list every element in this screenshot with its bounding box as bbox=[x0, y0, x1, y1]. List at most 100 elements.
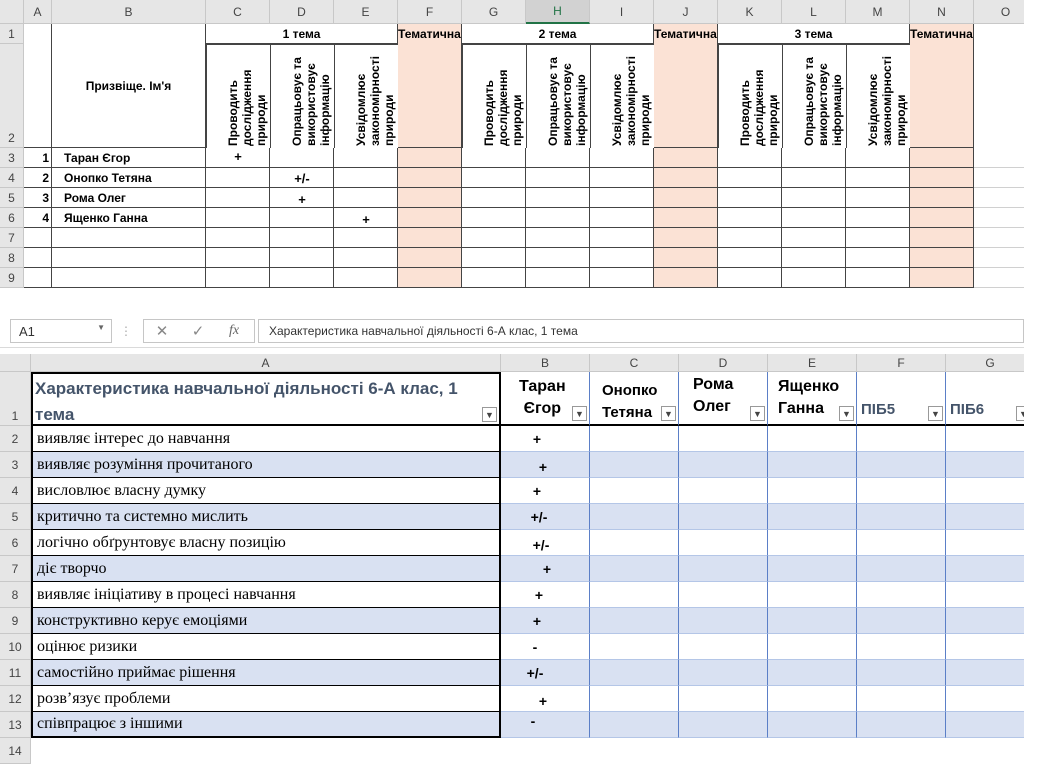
row-header-14[interactable]: 14 bbox=[0, 738, 31, 764]
grid-cell-i3[interactable] bbox=[590, 148, 654, 168]
column-header-d[interactable]: D bbox=[270, 0, 334, 24]
subheader-laws-2[interactable]: Усвідомлює закономірності природи bbox=[590, 44, 654, 148]
grid-cell-i5[interactable] bbox=[590, 188, 654, 208]
chevron-down-icon[interactable]: ▼ bbox=[97, 323, 105, 332]
drag-handle-icon[interactable]: ⋮ bbox=[120, 319, 132, 343]
criterion-label[interactable]: оцінює ризики bbox=[31, 634, 501, 660]
grid-cell-k4[interactable] bbox=[718, 168, 782, 188]
row-header-13[interactable]: 13 bbox=[0, 712, 31, 738]
grid-cell-i9[interactable] bbox=[590, 268, 654, 288]
subheader-info-3[interactable]: Опрацьовує та використовує інформацію bbox=[782, 44, 846, 148]
grid-cell-d8[interactable] bbox=[270, 248, 334, 268]
mark-cell[interactable]: +/- bbox=[501, 530, 590, 556]
mark-cell[interactable] bbox=[590, 530, 679, 556]
grid-cell-i8[interactable] bbox=[590, 248, 654, 268]
mark-cell[interactable] bbox=[857, 530, 946, 556]
grid-cell-l4[interactable] bbox=[782, 168, 846, 188]
grid-cell-m6[interactable] bbox=[846, 208, 910, 228]
grid-cell-g7[interactable] bbox=[462, 228, 526, 248]
row-header-3[interactable]: 3 bbox=[0, 148, 24, 168]
name-header[interactable]: Призвіще. Ім'я bbox=[52, 24, 206, 148]
grid-cell-m9[interactable] bbox=[846, 268, 910, 288]
grid-cell-b7[interactable] bbox=[52, 228, 206, 248]
mark-cell[interactable]: + bbox=[501, 608, 590, 634]
mark-cell[interactable] bbox=[679, 556, 768, 582]
row-header-4[interactable]: 4 bbox=[0, 168, 24, 188]
grid-cell-o4[interactable] bbox=[974, 168, 1024, 188]
grid-cell-n7[interactable] bbox=[910, 228, 974, 248]
row-header-10[interactable]: 10 bbox=[0, 634, 31, 660]
thematic-cell-n2[interactable] bbox=[910, 44, 974, 148]
criterion-label[interactable]: конструктивно керує емоціями bbox=[31, 608, 501, 634]
mark-cell[interactable] bbox=[679, 426, 768, 452]
column-header-o[interactable]: O bbox=[974, 0, 1024, 24]
mark-cell[interactable] bbox=[590, 686, 679, 712]
mark-cell[interactable] bbox=[679, 478, 768, 504]
subheader-info-2[interactable]: Опрацьовує та використовує інформацію bbox=[526, 44, 590, 148]
grid-cell-f8[interactable] bbox=[398, 248, 462, 268]
row-header-5[interactable]: 5 bbox=[0, 504, 31, 530]
confirm-icon[interactable]: ✓ bbox=[186, 319, 210, 343]
mark-cell[interactable] bbox=[768, 530, 857, 556]
grid-cell-h6[interactable] bbox=[526, 208, 590, 228]
column-header-e[interactable]: E bbox=[768, 354, 857, 372]
grid-cell-j5[interactable] bbox=[654, 188, 718, 208]
criterion-label[interactable]: самостійно приймає рішення bbox=[31, 660, 501, 686]
column-header-c[interactable]: C bbox=[590, 354, 679, 372]
name-box[interactable]: A1 ▼ bbox=[10, 319, 112, 343]
mark-cell[interactable] bbox=[946, 712, 1024, 738]
grid-cell-l3[interactable] bbox=[782, 148, 846, 168]
student-number[interactable]: 2 bbox=[24, 168, 52, 188]
mark-cell[interactable] bbox=[857, 634, 946, 660]
criterion-label[interactable]: діє творчо bbox=[31, 556, 501, 582]
formula-input[interactable]: Характеристика навчальної діяльності 6-А… bbox=[258, 319, 1024, 343]
row-header-1[interactable]: 1 bbox=[0, 372, 31, 426]
mark-cell[interactable]: + bbox=[270, 189, 334, 209]
header-cell-f1[interactable]: ПІБ5 ▼ bbox=[857, 372, 946, 426]
grid-cell-e5[interactable] bbox=[334, 188, 398, 208]
filter-dropdown-icon[interactable]: ▼ bbox=[661, 406, 676, 421]
thematic-header-3[interactable]: Тематична bbox=[910, 24, 974, 44]
row-header-8[interactable]: 8 bbox=[0, 248, 24, 268]
thematic-header-1[interactable]: Тематична bbox=[398, 24, 462, 44]
grid-cell-o9[interactable] bbox=[974, 268, 1024, 288]
mark-cell[interactable] bbox=[679, 582, 768, 608]
grid-cell-j9[interactable] bbox=[654, 268, 718, 288]
grid-cell-f5[interactable] bbox=[398, 188, 462, 208]
mark-cell[interactable]: +/- bbox=[270, 168, 334, 188]
mark-cell[interactable]: + bbox=[501, 582, 590, 608]
criterion-label[interactable]: виявляє розуміння прочитаного bbox=[31, 452, 501, 478]
row-header-4[interactable]: 4 bbox=[0, 478, 31, 504]
grid-cell-c6[interactable] bbox=[206, 208, 270, 228]
column-header-a[interactable]: A bbox=[24, 0, 52, 24]
row-header-6[interactable]: 6 bbox=[0, 208, 24, 228]
mark-cell[interactable] bbox=[679, 530, 768, 556]
grid-cell-e3[interactable] bbox=[334, 148, 398, 168]
grid-cell-f6[interactable] bbox=[398, 208, 462, 228]
column-header-m[interactable]: M bbox=[846, 0, 910, 24]
mark-cell[interactable] bbox=[857, 608, 946, 634]
row-header-9[interactable]: 9 bbox=[0, 268, 24, 288]
mark-cell[interactable] bbox=[768, 478, 857, 504]
mark-cell[interactable]: +/- bbox=[501, 660, 590, 686]
column-header-e[interactable]: E bbox=[334, 0, 398, 24]
mark-cell[interactable] bbox=[679, 712, 768, 738]
mark-cell[interactable] bbox=[590, 608, 679, 634]
criterion-label[interactable]: висловлює власну думку bbox=[31, 478, 501, 504]
row-header-12[interactable]: 12 bbox=[0, 686, 31, 712]
subheader-info-1[interactable]: Опрацьовує та використовує інформацію bbox=[270, 44, 334, 148]
subheader-research-3[interactable]: Проводить дослідження природи bbox=[718, 44, 782, 148]
column-header-a[interactable]: A bbox=[31, 354, 501, 372]
grid-cell-f7[interactable] bbox=[398, 228, 462, 248]
column-header-n[interactable]: N bbox=[910, 0, 974, 24]
grid-cell-j3[interactable] bbox=[654, 148, 718, 168]
grid-cell-h3[interactable] bbox=[526, 148, 590, 168]
thematic-header-2[interactable]: Тематична bbox=[654, 24, 718, 44]
header-cell-d1[interactable]: Рома Олег ▼ bbox=[679, 372, 768, 426]
grid-cell-m8[interactable] bbox=[846, 248, 910, 268]
grid-cell-o3[interactable] bbox=[974, 148, 1024, 168]
mark-cell[interactable] bbox=[679, 634, 768, 660]
mark-cell[interactable] bbox=[857, 478, 946, 504]
grid-cell-n8[interactable] bbox=[910, 248, 974, 268]
mark-cell[interactable] bbox=[768, 452, 857, 478]
